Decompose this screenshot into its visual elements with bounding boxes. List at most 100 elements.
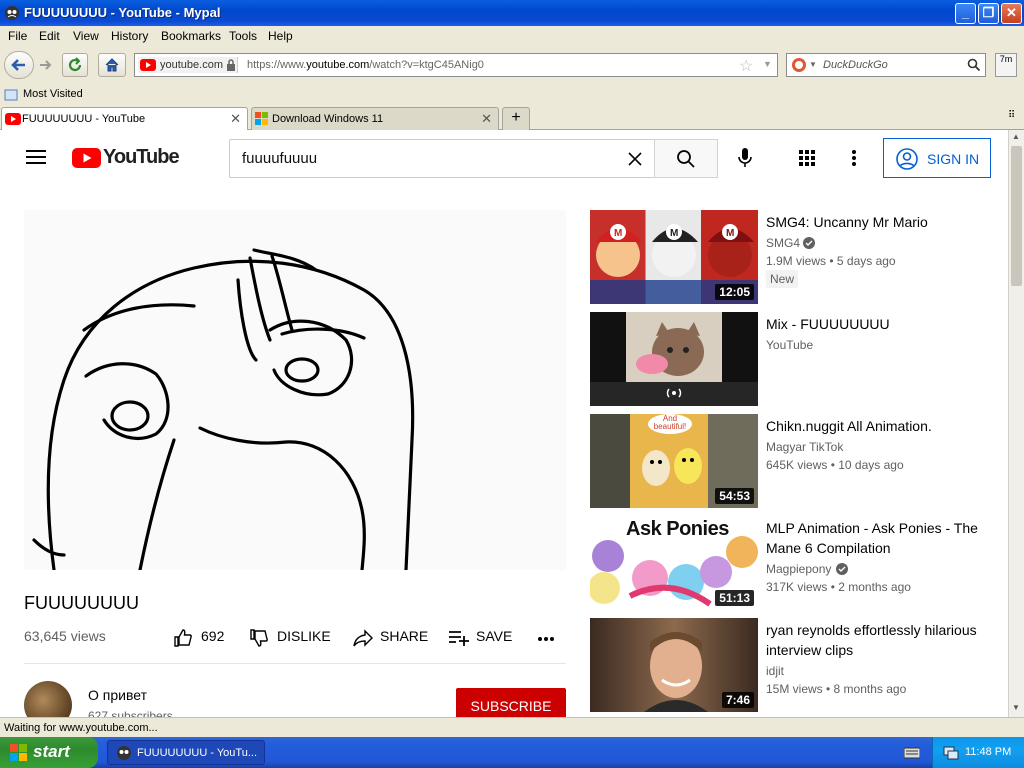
recommendation-item[interactable]: And beautiful! 54:53 Chikn.nuggit All An… (590, 414, 1000, 508)
clear-search-icon[interactable] (628, 152, 642, 166)
youtube-favicon-icon (5, 113, 21, 125)
channel-name[interactable]: idjit (766, 664, 784, 678)
search-icon[interactable] (967, 58, 981, 72)
url-dropdown-icon[interactable]: ▼ (763, 59, 772, 69)
tab-list-icon[interactable]: ⠿ (1008, 110, 1015, 121)
svg-text:M: M (726, 228, 734, 239)
bookmarks-toolbar: Most Visited (0, 84, 1024, 104)
video-thumbnail[interactable]: 7:46 (590, 618, 758, 712)
share-icon (353, 629, 373, 647)
subscribe-button[interactable]: SUBSCRIBE (456, 688, 566, 717)
recommendation-item[interactable]: Ask Ponies 51:13 MLP Animation - Ask Pon… (590, 516, 1000, 610)
extension-icon: 7m (999, 54, 1013, 64)
youtube-search-input[interactable]: fuuuufuuuu (229, 139, 655, 178)
close-window-button[interactable]: ✕ (1001, 3, 1022, 24)
search-box[interactable]: ▼ DuckDuckGo (786, 53, 986, 77)
subscribe-label: SUBSCRIBE (470, 698, 552, 714)
keyboard-icon[interactable] (904, 747, 920, 759)
video-meta: 1.9M views • 5 days ago (766, 254, 896, 268)
video-title[interactable]: Chikn.nuggit All Animation. (766, 416, 998, 436)
channel-avatar[interactable] (24, 681, 72, 717)
scroll-up-icon[interactable]: ▲ (1012, 132, 1020, 141)
channel-name[interactable]: SMG4 (766, 236, 800, 250)
channel-name[interactable]: Magpiepony (766, 562, 831, 576)
clock[interactable]: 11:48 PM (965, 746, 1011, 758)
more-horizontal-icon[interactable] (538, 637, 554, 641)
channel-name[interactable]: Magyar TikTok (766, 440, 843, 454)
menu-edit[interactable]: Edit (39, 29, 60, 43)
tab-close-icon[interactable]: ✕ (230, 111, 241, 127)
video-title[interactable]: Mix - FUUUUUUUU (766, 314, 998, 334)
recommendation-item[interactable]: Mix - FUUUUUUUU YouTube (590, 312, 1000, 406)
tab-label: FUUUUUUUU - YouTube (22, 113, 146, 125)
reload-button[interactable] (62, 53, 88, 77)
recommendation-item[interactable]: M M M 12:05 SMG4: Uncanny Mr Mario SMG4 … (590, 210, 1000, 304)
video-title[interactable]: SMG4: Uncanny Mr Mario (766, 212, 998, 232)
extension-button[interactable]: 7m (995, 53, 1017, 77)
search-engine-dropdown-icon[interactable]: ▼ (809, 60, 817, 69)
share-label: SHARE (380, 628, 429, 644)
reload-icon (68, 57, 82, 72)
start-button[interactable]: start (0, 737, 98, 768)
more-vertical-icon[interactable] (852, 150, 856, 166)
tab-youtube[interactable]: FUUUUUUUU - YouTube ✕ (1, 107, 248, 131)
minimize-button[interactable]: _ (955, 3, 976, 24)
menu-view[interactable]: View (73, 29, 99, 43)
video-thumbnail[interactable] (590, 312, 758, 406)
microphone-icon[interactable] (738, 148, 752, 168)
scroll-down-icon[interactable]: ▼ (1012, 703, 1020, 712)
back-button[interactable] (4, 51, 34, 79)
url-bar[interactable]: youtube.com https://www.youtube.com/watc… (134, 53, 778, 77)
lock-icon (227, 59, 235, 71)
video-thumbnail[interactable]: And beautiful! 54:53 (590, 414, 758, 508)
youtube-logo-text: YouTube (103, 146, 180, 168)
network-icon[interactable] (943, 745, 959, 761)
video-thumbnail[interactable]: M M M 12:05 (590, 210, 758, 304)
tab-close-icon[interactable]: ✕ (481, 111, 492, 127)
thumbs-up-icon (174, 629, 192, 647)
youtube-logo[interactable]: YouTube (72, 146, 180, 169)
site-identity[interactable]: youtube.com (138, 57, 238, 73)
hamburger-menu-icon[interactable] (26, 149, 46, 165)
youtube-search-button[interactable] (654, 139, 718, 178)
video-title[interactable]: MLP Animation - Ask Ponies - The Mane 6 … (766, 518, 998, 558)
most-visited-label: Most Visited (23, 88, 83, 100)
home-button[interactable] (98, 53, 126, 77)
bookmark-star-icon[interactable]: ☆ (739, 56, 753, 76)
search-icon (677, 150, 695, 168)
video-thumbnail[interactable]: Ask Ponies 51:13 (590, 516, 758, 610)
menu-history[interactable]: History (111, 29, 148, 43)
menu-help[interactable]: Help (268, 29, 293, 43)
menu-bookmarks[interactable]: Bookmarks (161, 29, 221, 43)
scrollbar-thumb[interactable] (1011, 146, 1022, 286)
recommendation-item[interactable]: 7:46 ryan reynolds effortlessly hilariou… (590, 618, 1000, 712)
youtube-favicon-icon (140, 59, 156, 71)
thumbs-down-icon (250, 629, 268, 647)
url-domain: youtube.com (306, 59, 370, 71)
sign-in-label: SIGN IN (927, 151, 980, 167)
restore-icon: ❐ (982, 5, 995, 20)
vertical-scrollbar[interactable]: ▲ ▼ (1008, 130, 1024, 717)
forward-button[interactable] (34, 53, 58, 77)
rage-face-drawing (24, 210, 566, 570)
menu-tools[interactable]: Tools (229, 29, 257, 43)
menu-file[interactable]: File (8, 29, 27, 43)
video-meta: 15M views • 8 months ago (766, 682, 907, 696)
tab-windows[interactable]: Download Windows 11 ✕ (251, 107, 499, 130)
url-prefix: https://www. (247, 59, 307, 71)
apps-grid-icon[interactable] (799, 150, 815, 166)
windows-logo-icon (10, 744, 27, 761)
navigation-toolbar: youtube.com https://www.youtube.com/watc… (0, 46, 1024, 84)
title-bar[interactable]: FUUUUUUUU - YouTube - Mypal _ ❐ ✕ (0, 0, 1024, 26)
sign-in-button[interactable]: SIGN IN (883, 138, 991, 178)
video-title[interactable]: ryan reynolds effortlessly hilarious int… (766, 620, 998, 660)
youtube-search-value: fuuuufuuuu (242, 150, 318, 167)
video-player[interactable] (24, 210, 566, 570)
channel-name[interactable]: О привет (88, 687, 147, 703)
forward-arrow-icon (40, 60, 52, 70)
new-tab-button[interactable]: + (502, 107, 530, 130)
video-duration: 12:05 (715, 284, 754, 300)
maximize-button[interactable]: ❐ (978, 3, 999, 24)
taskbar-item-mypal[interactable]: FUUUUUUUU - YouTu... (107, 740, 265, 765)
channel-name[interactable]: YouTube (766, 338, 813, 352)
